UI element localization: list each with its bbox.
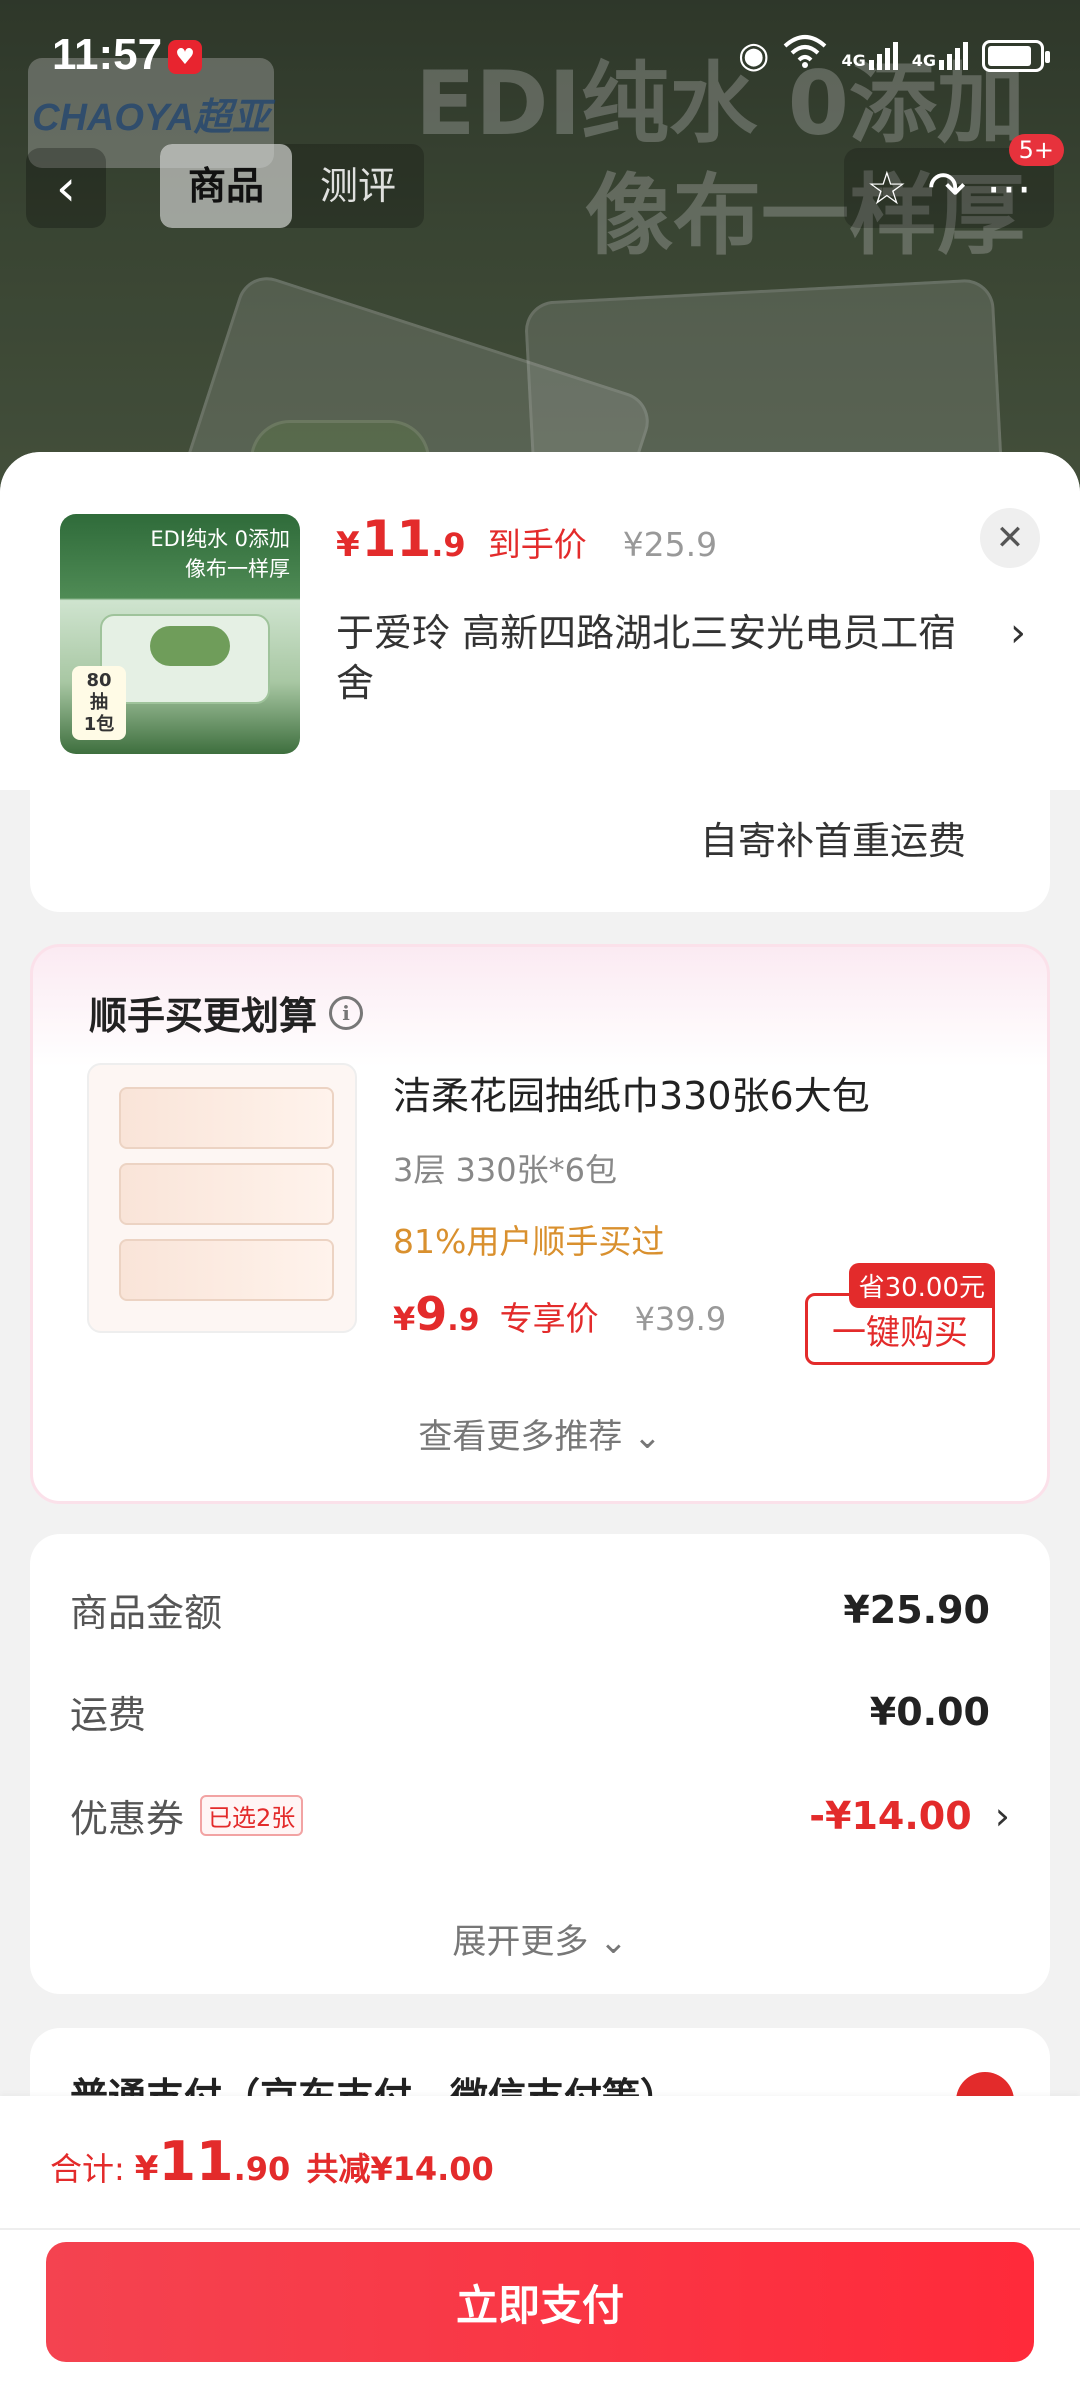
divider [0, 2228, 1080, 2230]
thumb-tag-line: 80抽 [86, 670, 112, 713]
app-notification-icon: ♥ [168, 40, 202, 74]
addon-product-name[interactable]: 洁柔花园抽纸巾330张6大包 [393, 1065, 870, 1120]
coupon-row[interactable]: 优惠券 已选2张 -¥14.00 › [70, 1788, 1010, 1843]
tissue-pack-image [119, 1239, 334, 1301]
tab-goods[interactable]: 商品 [160, 144, 293, 228]
product-summary-header: EDI纯水 0添加 像布一样厚 80抽 1包 ¥ 11 .9 到手价 ¥25.9… [0, 452, 1080, 790]
coupon-selected-chip: 已选2张 [200, 1795, 304, 1836]
total-label: 合计: [50, 2150, 125, 2188]
goods-amount-row: 商品金额 ¥25.90 [70, 1582, 990, 1637]
price-currency: ¥ [393, 1300, 416, 1338]
addon-title-text: 顺手买更划算 [89, 994, 318, 1038]
message-count-badge: 5+ [1008, 134, 1064, 166]
total-decimal: .90 [233, 2150, 291, 2188]
close-icon[interactable]: ✕ [980, 508, 1040, 568]
tab-review[interactable]: 测评 [292, 144, 424, 228]
back-icon[interactable]: ‹ [26, 148, 106, 228]
addon-social-proof: 81%用户顺手买过 [393, 1222, 665, 1261]
price-integer: 11 [361, 510, 432, 568]
chevron-right-icon[interactable]: › [1010, 610, 1026, 656]
info-icon[interactable]: i [329, 995, 364, 1030]
coupon-label: 优惠券 [70, 1797, 185, 1841]
tissue-pack-image [119, 1087, 334, 1149]
network-type-2: 4G [911, 50, 936, 70]
thumb-tag: 80抽 1包 [72, 666, 126, 740]
shipping-note: 自寄补首重运费 [699, 819, 966, 863]
price-integer: 9 [415, 1287, 448, 1341]
shipping-fee-value: ¥0.00 [869, 1689, 990, 1734]
addon-spec: 3层 330张*6包 [393, 1151, 617, 1189]
product-tabs: 商品 测评 [160, 144, 425, 228]
total-amount: 合计: ¥ 11 .90 共减¥14.00 [50, 2130, 494, 2193]
goods-amount-label: 商品金额 [70, 1591, 223, 1635]
status-bar: 11:57 ♥ ◉ 4G 4G [0, 0, 1080, 110]
total-currency: ¥ [134, 2149, 159, 2189]
status-icons: ◉ 4G 4G [738, 34, 1050, 77]
addon-product-image[interactable] [87, 1063, 357, 1333]
thumb-text: EDI纯水 0添加 像布一样厚 [150, 524, 290, 584]
network-type-1: 4G [841, 50, 866, 70]
addon-recommend-card: 顺手买更划算 i 洁柔花园抽纸巾330张6大包 3层 330张*6包 81%用户… [30, 944, 1050, 1504]
thumb-tag-line: 1包 [83, 714, 115, 735]
tissue-pack-image [119, 1163, 334, 1225]
product-thumbnail: EDI纯水 0添加 像布一样厚 80抽 1包 [60, 514, 300, 754]
price-decimal: .9 [431, 526, 466, 564]
signal-icon: 4G [911, 41, 968, 70]
chevron-right-icon[interactable]: › [995, 1794, 1010, 1838]
coupon-value-group: -¥14.00 › [809, 1794, 1010, 1838]
favorite-star-icon[interactable]: ☆ [866, 161, 907, 215]
save-badge: 省30.00元 [848, 1263, 995, 1308]
battery-icon [982, 39, 1050, 72]
price-currency: ¥ [336, 525, 360, 565]
final-price: ¥ 11 .9 到手价 ¥25.9 [336, 510, 717, 568]
more-recommend-link[interactable]: 查看更多推荐 ⌄ [33, 1409, 1047, 1458]
checkout-footer: 合计: ¥ 11 .90 共减¥14.00 立即支付 [0, 2096, 1080, 2400]
eye-icon: ◉ [738, 34, 770, 76]
total-saved: 共减¥14.00 [306, 2150, 494, 2188]
goods-amount-value: ¥25.90 [843, 1587, 990, 1632]
original-price: ¥39.9 [634, 1300, 727, 1338]
signal-icon: 4G [841, 41, 898, 70]
coupon-value: -¥14.00 [809, 1793, 972, 1838]
thumb-text-line: 像布一样厚 [185, 557, 290, 581]
thumb-text-line: EDI纯水 0添加 [150, 527, 290, 551]
shipping-address[interactable]: 于爱玲 高新四路湖北三安光电员工宿舍 [336, 608, 966, 708]
product-top-nav: ‹ 商品 测评 ☆ ↷ ⋯ 5+ [0, 134, 1080, 236]
expand-more-link[interactable]: 展开更多 ⌄ [30, 1914, 1050, 1963]
wifi-icon [783, 34, 827, 77]
price-label: 到手价 [487, 525, 587, 564]
price-label: 专享价 [499, 1299, 599, 1338]
more-icon[interactable]: ⋯ [986, 161, 1032, 215]
price-summary-card: 商品金额 ¥25.90 运费 ¥0.00 优惠券 已选2张 -¥14.00 › … [30, 1534, 1050, 1994]
coupon-label-group: 优惠券 已选2张 [70, 1788, 304, 1843]
total-integer: 11 [158, 2130, 234, 2193]
original-price: ¥25.9 [622, 525, 718, 564]
pay-now-button[interactable]: 立即支付 [46, 2242, 1034, 2362]
status-time: 11:57 [52, 30, 163, 79]
thumb-cloud [150, 626, 230, 666]
addon-title: 顺手买更划算 i [89, 985, 364, 1040]
addon-price: ¥ 9 .9 专享价 ¥39.9 [393, 1287, 726, 1341]
share-icon[interactable]: ↷ [927, 161, 966, 215]
price-decimal: .9 [447, 1303, 480, 1338]
shipping-fee-row: 运费 ¥0.00 [70, 1684, 990, 1739]
shipping-fee-label: 运费 [70, 1693, 147, 1737]
